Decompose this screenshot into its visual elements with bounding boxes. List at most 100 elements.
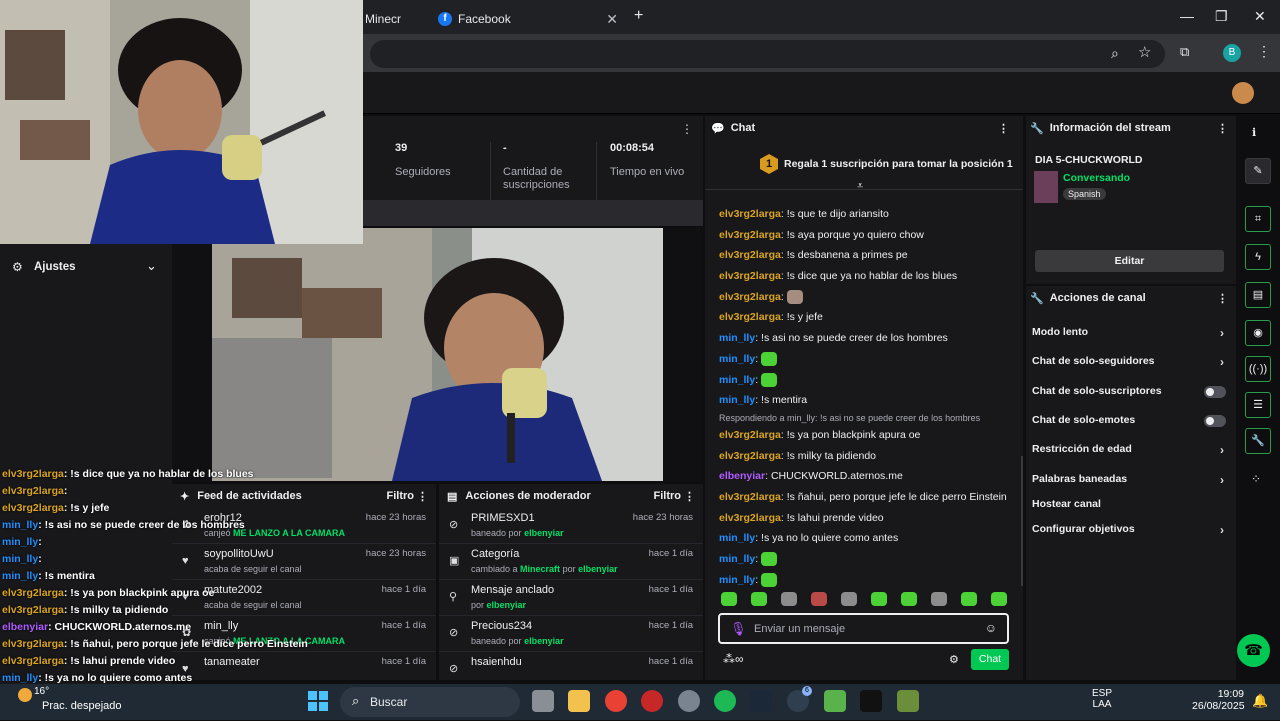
chat-message[interactable]: elv3rg2larga: !s ñahui, pero porque jefe… xyxy=(719,487,1019,508)
chrome-icon[interactable] xyxy=(605,690,627,712)
chat-message[interactable]: min_lly: !s ya no lo quiere como antes xyxy=(719,528,1019,549)
chevron-down-icon[interactable]: ⌄ xyxy=(146,258,157,274)
emote-picker-icon[interactable]: ☺ xyxy=(985,621,997,635)
filter-button[interactable]: Filtro xyxy=(387,490,415,502)
chat-settings-icon[interactable]: ⚙ xyxy=(949,653,959,666)
input-language[interactable]: ESP LAA xyxy=(1092,688,1112,710)
toggle-switch[interactable] xyxy=(1204,415,1226,427)
channel-action-item[interactable]: Restricción de edad › xyxy=(1032,443,1228,459)
more-options-icon[interactable]: ⋮ xyxy=(684,490,695,503)
more-options-icon[interactable]: ⋮ xyxy=(1217,292,1228,305)
zoom-icon[interactable]: ⌕ xyxy=(1111,45,1119,62)
maximize-button[interactable]: ❐ xyxy=(1215,8,1228,25)
chat-icon[interactable]: ◉ xyxy=(1245,320,1271,346)
minecraft-icon[interactable] xyxy=(897,690,919,712)
chat-message[interactable]: elv3rg2larga: !s dice que ya no hablar d… xyxy=(719,266,1019,287)
channel-action-item[interactable]: Hostear canal xyxy=(1032,498,1228,514)
hype-train-banner[interactable]: 1 Regala 1 suscripción para tomar la pos… xyxy=(705,142,1023,193)
chat-message[interactable]: elv3rg2larga: !s y jefe xyxy=(719,307,1019,328)
emote-shortcut-icon[interactable] xyxy=(991,592,1007,606)
more-options-icon[interactable]: ⋮ xyxy=(1217,122,1228,135)
notifications-icon[interactable]: 🔔 xyxy=(1252,693,1268,709)
chat-username[interactable]: elv3rg2larga xyxy=(719,429,781,441)
pencil-icon[interactable]: ✎ xyxy=(1245,158,1271,184)
emote-bar[interactable] xyxy=(719,592,1009,610)
nav-item-ajustes[interactable]: Ajustes xyxy=(34,261,76,273)
broadcast-icon[interactable]: ((·)) xyxy=(1245,356,1271,382)
emote-icon[interactable] xyxy=(786,289,803,304)
file-explorer-icon[interactable] xyxy=(568,690,590,712)
info-icon[interactable]: ℹ xyxy=(1252,126,1256,139)
emote-shortcut-icon[interactable] xyxy=(961,592,977,606)
app-icon[interactable] xyxy=(641,690,663,712)
emote-shortcut-icon[interactable] xyxy=(721,592,737,606)
steam-icon[interactable] xyxy=(750,690,772,712)
profile-avatar[interactable]: B xyxy=(1223,44,1241,62)
tab-facebook[interactable]: f Facebook ✕ xyxy=(430,4,626,34)
chat-message[interactable]: elv3rg2larga: xyxy=(719,287,1019,308)
chat-message[interactable]: elv3rg2larga: !s desbanena a primes pe xyxy=(719,245,1019,266)
channel-action-item[interactable]: Chat de solo-emotes xyxy=(1032,414,1228,430)
clip-icon[interactable]: ⌗ xyxy=(1245,206,1271,232)
chat-username[interactable]: elv3rg2larga xyxy=(719,270,781,282)
chat-username[interactable]: min_lly xyxy=(719,353,755,365)
layout-icon[interactable]: ☰ xyxy=(1245,392,1271,418)
chat-input-box[interactable]: 🎙 Enviar un mensaje ☺ xyxy=(718,613,1009,644)
emote-shortcut-icon[interactable] xyxy=(781,592,797,606)
emote-shortcut-icon[interactable] xyxy=(841,592,857,606)
chat-message[interactable]: min_lly: !s mentira xyxy=(719,390,1019,411)
channel-points-icon[interactable]: ⁂∞ xyxy=(723,652,744,666)
channel-action-item[interactable]: Modo lento › xyxy=(1032,326,1228,342)
mod-action-item[interactable]: ⚲ Mensaje anclado hace 1 día por elbenyi… xyxy=(439,580,703,616)
chat-username[interactable]: elv3rg2larga xyxy=(719,208,781,220)
expand-icon[interactable]: ⩡ xyxy=(857,180,863,193)
emote-shortcut-icon[interactable] xyxy=(901,592,917,606)
close-tab-icon[interactable]: ✕ xyxy=(606,11,618,28)
chat-username[interactable]: elv3rg2larga xyxy=(719,291,781,303)
windows-start-icon[interactable] xyxy=(308,691,328,711)
bookmark-star-icon[interactable]: ☆ xyxy=(1138,43,1151,61)
extensions-icon[interactable]: ⁘ xyxy=(1251,472,1261,486)
chat-message[interactable]: elbenyiar: CHUCKWORLD.aternos.me xyxy=(719,466,1019,487)
lightning-icon[interactable]: ϟ xyxy=(1245,244,1271,270)
emote-shortcut-icon[interactable] xyxy=(931,592,947,606)
tool-icon[interactable]: 🔧 xyxy=(1245,428,1271,454)
filter-button[interactable]: Filtro xyxy=(654,490,682,502)
emote-shortcut-icon[interactable] xyxy=(751,592,767,606)
chat-scrollbar[interactable] xyxy=(1021,456,1023,586)
emote-icon[interactable] xyxy=(761,372,778,387)
chat-username[interactable]: elv3rg2larga xyxy=(719,311,781,323)
chat-username[interactable]: elv3rg2larga xyxy=(719,249,781,261)
mod-action-item[interactable]: ⊘ PRIMESXD1 hace 23 horas baneado por el… xyxy=(439,508,703,544)
user-avatar[interactable] xyxy=(1232,82,1254,104)
mod-action-item[interactable]: ⊘ Precious234 hace 1 día baneado por elb… xyxy=(439,616,703,652)
chat-username[interactable]: min_lly xyxy=(719,532,755,544)
more-options-icon[interactable]: ⋮ xyxy=(998,122,1009,135)
chat-send-button[interactable]: Chat xyxy=(971,649,1009,670)
chat-username[interactable]: min_lly xyxy=(719,574,755,586)
close-window-button[interactable]: ✕ xyxy=(1254,8,1266,25)
chrome-profile-icon[interactable]: 6 xyxy=(787,686,812,712)
chat-username[interactable]: elv3rg2larga xyxy=(719,491,781,503)
emote-shortcut-icon[interactable] xyxy=(871,592,887,606)
extensions-icon[interactable]: ⧉ xyxy=(1180,44,1189,60)
chat-username[interactable]: min_lly xyxy=(719,374,755,386)
mod-action-item[interactable]: ▣ Categoría hace 1 día cambiado a Minecr… xyxy=(439,544,703,580)
chat-message[interactable]: elv3rg2larga: !s que te dijo ariansito xyxy=(719,204,1019,225)
chat-message[interactable]: min_lly: !s asi no se puede creer de los… xyxy=(719,328,1019,349)
emote-icon[interactable] xyxy=(761,352,778,367)
chat-username[interactable]: min_lly xyxy=(719,332,755,344)
chat-message[interactable]: elv3rg2larga: !s milky ta pidiendo xyxy=(719,446,1019,467)
support-chat-icon[interactable]: ☎ xyxy=(1237,634,1270,667)
tab-minecraft[interactable]: Minecr xyxy=(362,4,428,34)
mod-action-item[interactable]: ⊘ hsaienhdu hace 1 día xyxy=(439,652,703,680)
chat-username[interactable]: min_lly xyxy=(719,394,755,406)
chat-username[interactable]: elbenyiar xyxy=(719,470,765,482)
chat-message[interactable]: min_lly: xyxy=(719,549,1019,570)
epic-games-icon[interactable] xyxy=(860,690,882,712)
more-options-icon[interactable]: ⋮ xyxy=(681,122,693,136)
chat-message[interactable]: elv3rg2larga: !s lahui prende video xyxy=(719,508,1019,529)
chat-username[interactable]: elv3rg2larga xyxy=(719,512,781,524)
emote-shortcut-icon[interactable] xyxy=(811,592,827,606)
chat-message[interactable]: min_lly: xyxy=(719,570,1019,591)
